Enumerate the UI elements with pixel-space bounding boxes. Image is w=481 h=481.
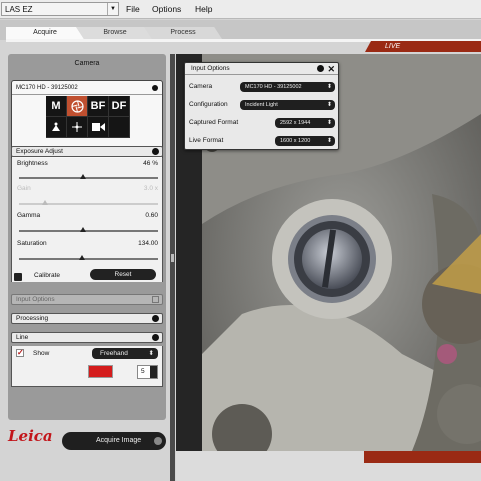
configuration-select[interactable]: Incident Light ⬍ xyxy=(240,100,335,110)
detach-icon[interactable] xyxy=(152,296,159,303)
app-select-value: LAS EZ xyxy=(5,5,33,14)
divider xyxy=(12,94,162,95)
close-icon[interactable]: ✕ xyxy=(327,63,335,75)
menu-options[interactable]: Options xyxy=(152,4,181,14)
live-indicator: LIVE xyxy=(365,41,481,52)
acquire-image-button[interactable]: Acquire Image xyxy=(62,432,166,450)
input-options-panel: Input Options ✕ Camera MC170 HD - 391250… xyxy=(184,62,339,150)
splitter-handle-icon[interactable] xyxy=(171,254,174,262)
stepper-arrows-icon[interactable] xyxy=(150,366,157,378)
exposure-icon[interactable] xyxy=(46,117,67,138)
brightness-slider[interactable] xyxy=(19,177,158,179)
configuration-select-value: Incident Light xyxy=(245,102,278,108)
gamma-slider-thumb[interactable] xyxy=(79,227,86,232)
calibrate-checkbox[interactable] xyxy=(14,273,22,281)
gamma-slider[interactable] xyxy=(19,230,158,232)
empty-mode-slot xyxy=(109,117,130,138)
gain-slider xyxy=(19,203,158,205)
calibrate-label: Calibrate xyxy=(34,272,61,279)
processing-title: Processing xyxy=(16,315,49,322)
line-header[interactable]: Line xyxy=(11,332,163,343)
brightness-label: Brightness xyxy=(17,160,48,167)
captured-format-select-value: 2592 x 1944 xyxy=(280,120,311,126)
collapse-toggle-icon[interactable] xyxy=(317,65,324,72)
updown-arrow-icon: ⬍ xyxy=(326,84,332,90)
acquire-image-label: Acquire Image xyxy=(96,437,142,444)
saturation-label: Saturation xyxy=(17,240,47,247)
leica-logo: Leica xyxy=(8,427,53,445)
tab-process[interactable]: Process xyxy=(144,27,222,39)
show-line-checkbox[interactable]: ✓ xyxy=(16,349,24,357)
menu-file[interactable]: File xyxy=(126,4,140,14)
camera-select-value: MC170 HD - 39125002 xyxy=(245,84,302,90)
crosshair-icon[interactable] xyxy=(67,117,88,138)
camera-name: MC170 HD - 39125002 xyxy=(16,85,78,91)
camera-panel-title: Camera xyxy=(74,60,100,67)
input-options-panel-title: Input Options xyxy=(191,65,230,72)
saturation-slider[interactable] xyxy=(19,258,158,260)
updown-arrow-icon: ⬍ xyxy=(326,102,332,108)
line-style-value: Freehand xyxy=(100,350,128,357)
tab-browse[interactable]: Browse xyxy=(76,27,154,39)
updown-arrow-icon: ⬍ xyxy=(326,138,332,144)
expand-toggle-icon[interactable] xyxy=(152,315,159,322)
line-width-value: 5 xyxy=(141,368,145,375)
input-options-title: Input Options xyxy=(16,296,55,303)
updown-arrow-icon: ⬍ xyxy=(148,350,154,357)
gain-value: 3.0 x xyxy=(143,185,158,192)
configuration-row-label: Configuration xyxy=(189,101,228,108)
captured-format-row-label: Captured Format xyxy=(189,119,239,126)
gamma-value: 0.60 xyxy=(145,212,158,219)
camera-select[interactable]: MC170 HD - 39125002 ⬍ xyxy=(240,82,335,92)
panel-splitter[interactable] xyxy=(170,54,175,481)
saturation-slider-thumb[interactable] xyxy=(78,255,85,260)
left-panel: Camera MC170 HD - 39125002 M BF DF Expos… xyxy=(8,54,166,420)
show-line-label: Show xyxy=(33,350,50,357)
input-options-panel-header: Input Options ✕ xyxy=(185,63,338,75)
updown-arrow-icon: ⬍ xyxy=(326,120,332,126)
collapse-toggle-icon[interactable] xyxy=(152,334,159,341)
line-color-swatch[interactable] xyxy=(88,365,113,378)
line-width-stepper[interactable]: 5 xyxy=(137,365,158,379)
collapse-toggle-icon[interactable] xyxy=(152,85,158,91)
mode-bf-button[interactable]: BF xyxy=(88,96,109,117)
line-title: Line xyxy=(16,334,29,341)
gain-slider-thumb xyxy=(42,200,49,205)
record-icon xyxy=(154,437,162,445)
brightness-value: 46 % xyxy=(143,160,158,167)
mode-df-button[interactable]: DF xyxy=(109,96,130,117)
collapse-toggle-icon[interactable] xyxy=(152,148,159,155)
mode-m-button[interactable]: M xyxy=(46,96,67,117)
input-options-header[interactable]: Input Options xyxy=(11,294,163,305)
live-footer-bar xyxy=(364,451,481,463)
exposure-adjust-title: Exposure Adjust xyxy=(16,148,63,155)
mode-grid: M BF DF xyxy=(46,96,130,138)
reset-button[interactable]: Reset xyxy=(90,269,156,280)
line-style-select[interactable]: Freehand ⬍ xyxy=(92,348,158,359)
live-format-select-value: 1600 x 1200 xyxy=(280,138,311,144)
brightness-slider-thumb[interactable] xyxy=(79,174,86,179)
processing-header[interactable]: Processing xyxy=(11,313,163,324)
gain-label: Gain xyxy=(17,185,31,192)
chevron-down-icon: ▼ xyxy=(107,3,118,15)
gamma-label: Gamma xyxy=(17,212,41,219)
live-format-select[interactable]: 1600 x 1200 ⬍ xyxy=(275,136,335,146)
aperture-icon[interactable] xyxy=(67,96,88,117)
live-format-row-label: Live Format xyxy=(189,137,224,144)
saturation-value: 134.00 xyxy=(138,240,158,247)
menu-help[interactable]: Help xyxy=(195,4,212,14)
video-camera-icon[interactable] xyxy=(88,117,109,138)
captured-format-select[interactable]: 2592 x 1944 ⬍ xyxy=(275,118,335,128)
camera-row-label: Camera xyxy=(189,83,213,90)
app-select[interactable]: LAS EZ ▼ xyxy=(1,2,119,16)
tab-acquire[interactable]: Acquire xyxy=(6,27,84,39)
exposure-adjust-header[interactable]: Exposure Adjust xyxy=(11,146,163,157)
